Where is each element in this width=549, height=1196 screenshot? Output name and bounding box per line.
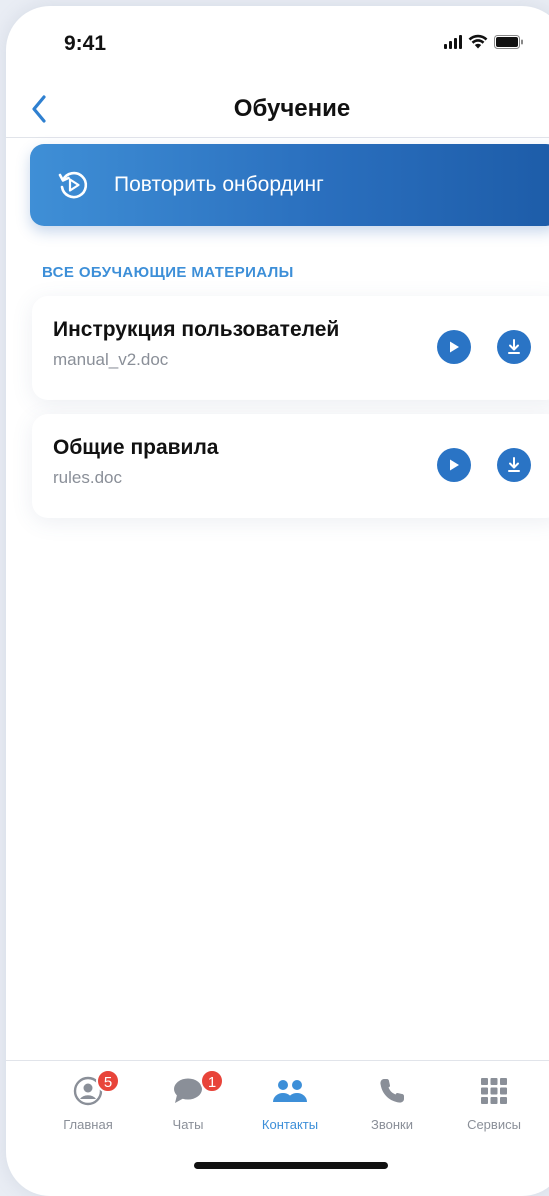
download-button[interactable] (497, 330, 531, 364)
play-icon (450, 459, 459, 471)
tab-label: Чаты (172, 1117, 204, 1132)
tab-calls[interactable]: Звонки (342, 1061, 442, 1141)
repeat-onboarding-button[interactable]: Повторить онбординг (30, 144, 549, 226)
navigation-bar: Обучение (6, 80, 549, 138)
contacts-icon (272, 1075, 308, 1107)
section-title: ВСЕ ОБУЧАЮЩИЕ МАТЕРИАЛЫ (42, 264, 294, 281)
tab-label: Главная (63, 1117, 113, 1132)
replay-icon (56, 168, 90, 202)
status-icons (444, 34, 524, 49)
material-card[interactable]: Общие правила rules.doc (32, 414, 549, 518)
material-title: Инструкция пользователей (53, 318, 340, 341)
repeat-onboarding-label: Повторить онбординг (114, 173, 324, 196)
download-icon (508, 339, 520, 354)
tab-contacts[interactable]: Контакты (240, 1061, 340, 1141)
play-icon (450, 341, 459, 353)
page-title: Обучение (233, 95, 351, 122)
battery-icon (494, 35, 524, 49)
status-time: 9:41 (64, 32, 107, 55)
tab-label: Сервисы (467, 1117, 521, 1132)
play-button[interactable] (437, 330, 471, 364)
phone-icon (374, 1075, 410, 1107)
home-indicator (194, 1162, 388, 1169)
grid-icon (476, 1075, 512, 1107)
signal-icon (444, 35, 462, 49)
tab-label: Звонки (371, 1117, 413, 1132)
play-button[interactable] (437, 448, 471, 482)
download-button[interactable] (497, 448, 531, 482)
tab-bar: 5 Главная 1 Чаты Контакты Звонки Сервисы (6, 1060, 549, 1146)
wifi-icon (468, 34, 488, 49)
material-title: Общие правила (53, 436, 219, 459)
material-filename: rules.doc (53, 468, 122, 487)
download-icon (508, 457, 520, 472)
tab-services[interactable]: Сервисы (444, 1061, 544, 1141)
material-card[interactable]: Инструкция пользователей manual_v2.doc (32, 296, 549, 400)
tab-label: Контакты (261, 1117, 319, 1132)
tab-home[interactable]: 5 Главная (38, 1061, 138, 1141)
tab-chats[interactable]: 1 Чаты (138, 1061, 238, 1141)
notification-badge: 5 (96, 1069, 120, 1093)
status-bar: 9:41 (6, 6, 549, 76)
material-filename: manual_v2.doc (53, 350, 169, 369)
phone-screen: 9:41 Обучение Повторить онбординг ВСЕ ОБ… (6, 6, 549, 1196)
notification-badge: 1 (200, 1069, 224, 1093)
